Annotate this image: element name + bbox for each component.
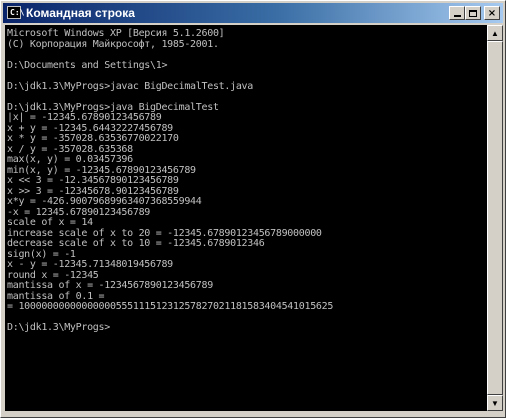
maximize-icon (469, 9, 477, 17)
maximize-button[interactable] (465, 6, 481, 20)
console-line: x + y = -12345.64432227456789 (7, 122, 173, 134)
console-line: x * y = -357028.63536770022170 (7, 133, 179, 144)
title-bar[interactable]: C:\ Командная строка × (3, 3, 503, 23)
console-line: sign(x) = -1 (7, 248, 76, 260)
console-line: -x = 12345.67890123456789 (7, 206, 151, 218)
window-title: Командная строка (26, 6, 135, 20)
console-line: = 10000000000000000555111512312578270211… (7, 301, 334, 312)
console-line: decrease scale of x to 10 = -12345.67890… (7, 238, 265, 249)
console-line: mantissa of x = -1234567890123456789 (7, 280, 213, 291)
console-line: D:\jdk1.3\MyProgs> (7, 322, 110, 333)
console-line: x << 3 = -12.34567890123456789 (7, 175, 179, 186)
console-line: (С) Корпорация Майкрософт, 1985-2001. (7, 38, 219, 50)
console-line: increase scale of x to 20 = -12345.67890… (7, 227, 322, 239)
console-line: D:\jdk1.3\MyProgs>javac BigDecimalTest.j… (7, 80, 253, 92)
console-line: min(x, y) = -12345.67890123456789 (7, 164, 196, 176)
close-icon: × (487, 7, 497, 19)
console-line: round x = -12345 (7, 269, 99, 281)
command-prompt-window: C:\ Командная строка × Microsoft Windows… (0, 0, 506, 418)
console-line: D:\Documents and Settings\1> (7, 59, 168, 71)
console-line: scale of x = 14 (7, 217, 93, 228)
minimize-icon (453, 15, 461, 17)
console-line: Microsoft Windows XP [Версия 5.1.2600] (7, 28, 225, 39)
console-line: max(x, y) = 0.03457396 (7, 154, 133, 165)
scroll-up-button[interactable]: ▲ (487, 25, 503, 41)
console-line: |x| = -12345.67890123456789 (7, 112, 162, 123)
console-line: x / y = -357028.635368 (7, 143, 133, 155)
console-line: mantissa of 0.1 = (7, 290, 105, 302)
scroll-up-icon: ▲ (491, 28, 499, 38)
console-line: x - y = -12345.71348019456789 (7, 259, 173, 270)
close-button[interactable]: × (484, 6, 500, 20)
vertical-scrollbar[interactable]: ▲ ▼ (487, 25, 503, 411)
app-icon-label: C:\ (10, 8, 25, 17)
console-line: x*y = -426.90079689963407368559944 (7, 196, 202, 207)
console-output[interactable]: Microsoft Windows XP [Версия 5.1.2600] (С… (5, 25, 487, 411)
command-prompt-icon[interactable]: C:\ (7, 6, 25, 19)
console-line: D:\jdk1.3\MyProgs>java BigDecimalTest (7, 101, 219, 113)
console-lines: Microsoft Windows XP [Версия 5.1.2600] (С… (7, 28, 333, 333)
minimize-button[interactable] (449, 6, 465, 20)
scroll-down-button[interactable]: ▼ (487, 395, 503, 411)
scroll-down-icon: ▼ (491, 398, 499, 408)
console-line: x >> 3 = -12345678.90123456789 (7, 185, 179, 197)
scroll-thumb[interactable] (487, 41, 503, 395)
